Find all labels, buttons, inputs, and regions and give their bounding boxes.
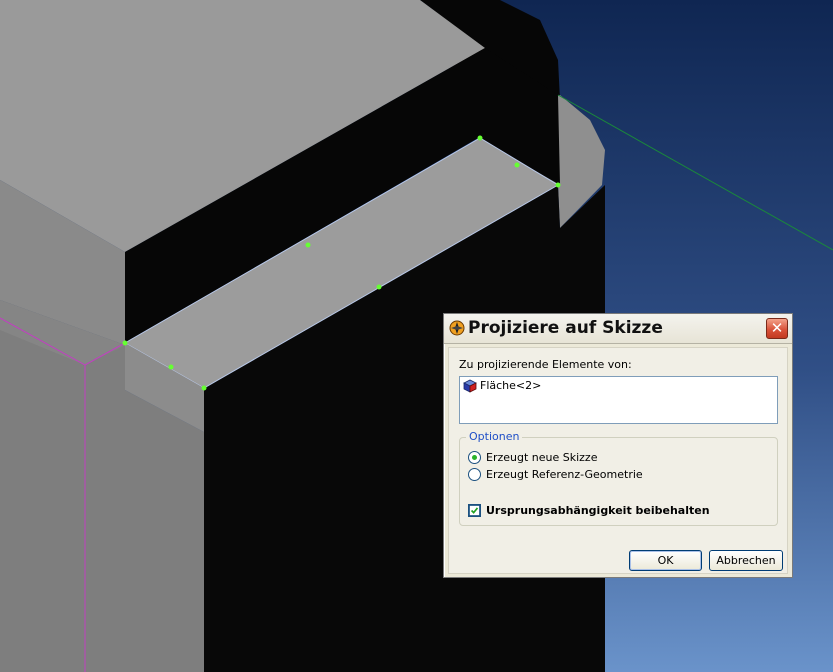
checkbox-checked-icon[interactable]	[468, 504, 481, 517]
options-group: Optionen Erzeugt neue Skizze Erzeugt Ref…	[459, 430, 778, 526]
cancel-button[interactable]: Abbrechen	[709, 550, 783, 571]
sketch-point	[477, 135, 483, 141]
face-icon	[463, 379, 477, 393]
list-item-label: Fläche<2>	[480, 379, 542, 392]
sketch-point	[122, 340, 128, 346]
radio-button[interactable]	[468, 468, 481, 481]
close-icon: ✕	[770, 319, 784, 337]
dialog-titlebar[interactable]: Projiziere auf Skizze ✕	[444, 314, 792, 344]
sketch-point	[305, 242, 311, 248]
radio-button-selected[interactable]	[468, 451, 481, 464]
sketch-point	[168, 364, 174, 370]
sketch-point	[201, 385, 207, 391]
elements-list[interactable]: Fläche<2>	[459, 376, 778, 424]
checkbox-label: Ursprungsabhängigkeit beibehalten	[486, 504, 710, 517]
close-button[interactable]: ✕	[766, 318, 788, 339]
sketch-point	[514, 162, 520, 168]
sketch-point	[376, 284, 382, 290]
dialog-body: Zu projizierende Elemente von: Fläche<2>…	[448, 347, 788, 574]
elements-label: Zu projizierende Elemente von:	[459, 358, 632, 371]
radio-label: Erzeugt neue Skizze	[486, 451, 598, 464]
sketch-point	[555, 182, 561, 188]
radio-label: Erzeugt Referenz-Geometrie	[486, 468, 643, 481]
app-logo-icon	[449, 320, 465, 336]
dialog-title: Projiziere auf Skizze	[468, 318, 663, 338]
options-legend: Optionen	[466, 430, 523, 443]
project-to-sketch-dialog: Projiziere auf Skizze ✕ Zu projizierende…	[443, 313, 793, 578]
ok-button[interactable]: OK	[629, 550, 702, 571]
